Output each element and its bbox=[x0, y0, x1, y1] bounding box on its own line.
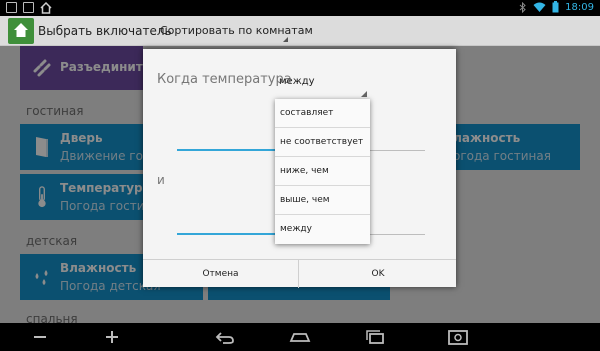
volume-down-icon[interactable] bbox=[28, 327, 52, 347]
dropdown-option[interactable]: между bbox=[275, 215, 370, 244]
cancel-button[interactable]: Отмена bbox=[143, 260, 299, 288]
value-from-underline bbox=[369, 150, 425, 151]
app-home-icon[interactable] bbox=[8, 18, 34, 44]
dialog-button-bar: Отмена OK bbox=[143, 259, 456, 288]
shopping-bag-icon bbox=[23, 2, 34, 13]
wifi-icon bbox=[533, 2, 546, 12]
screen: 18:09 Выбрать включатель Сортировать по … bbox=[0, 0, 600, 351]
sort-spinner[interactable]: Сортировать по комнатам bbox=[160, 24, 313, 37]
system-nav-bar bbox=[0, 323, 600, 351]
ok-button[interactable]: OK bbox=[300, 260, 456, 288]
value-from-input[interactable] bbox=[177, 149, 277, 151]
volume-up-icon[interactable] bbox=[100, 327, 124, 347]
status-bar: 18:09 bbox=[0, 0, 600, 16]
screenshot-icon[interactable] bbox=[446, 327, 470, 347]
clock-time: 18:09 bbox=[565, 1, 594, 13]
dropdown-option[interactable]: составляет bbox=[275, 99, 370, 128]
sort-spinner-arrow-icon bbox=[283, 37, 288, 42]
back-icon[interactable] bbox=[213, 327, 237, 347]
action-bar: Выбрать включатель Сортировать по комнат… bbox=[0, 16, 600, 46]
operator-dropdown-list: составляет не соответствует ниже, чем вы… bbox=[275, 99, 370, 244]
value-to-underline bbox=[369, 234, 425, 235]
recent-apps-icon[interactable] bbox=[363, 327, 387, 347]
battery-icon bbox=[552, 1, 559, 13]
operator-spinner-arrow-icon bbox=[361, 91, 367, 97]
photo-icon bbox=[6, 2, 17, 13]
dropdown-option[interactable]: выше, чем bbox=[275, 186, 370, 215]
dropdown-option[interactable]: не соответствует bbox=[275, 128, 370, 157]
bluetooth-icon bbox=[519, 1, 526, 13]
value-to-input[interactable] bbox=[177, 233, 277, 235]
page-title[interactable]: Выбрать включатель bbox=[38, 24, 172, 38]
dropdown-option[interactable]: ниже, чем bbox=[275, 157, 370, 186]
operator-spinner[interactable]: между bbox=[279, 76, 315, 87]
home-icon[interactable] bbox=[288, 327, 312, 347]
home-icon bbox=[40, 2, 52, 14]
and-label: и bbox=[157, 173, 165, 187]
condition-label: Когда температура bbox=[157, 72, 292, 87]
